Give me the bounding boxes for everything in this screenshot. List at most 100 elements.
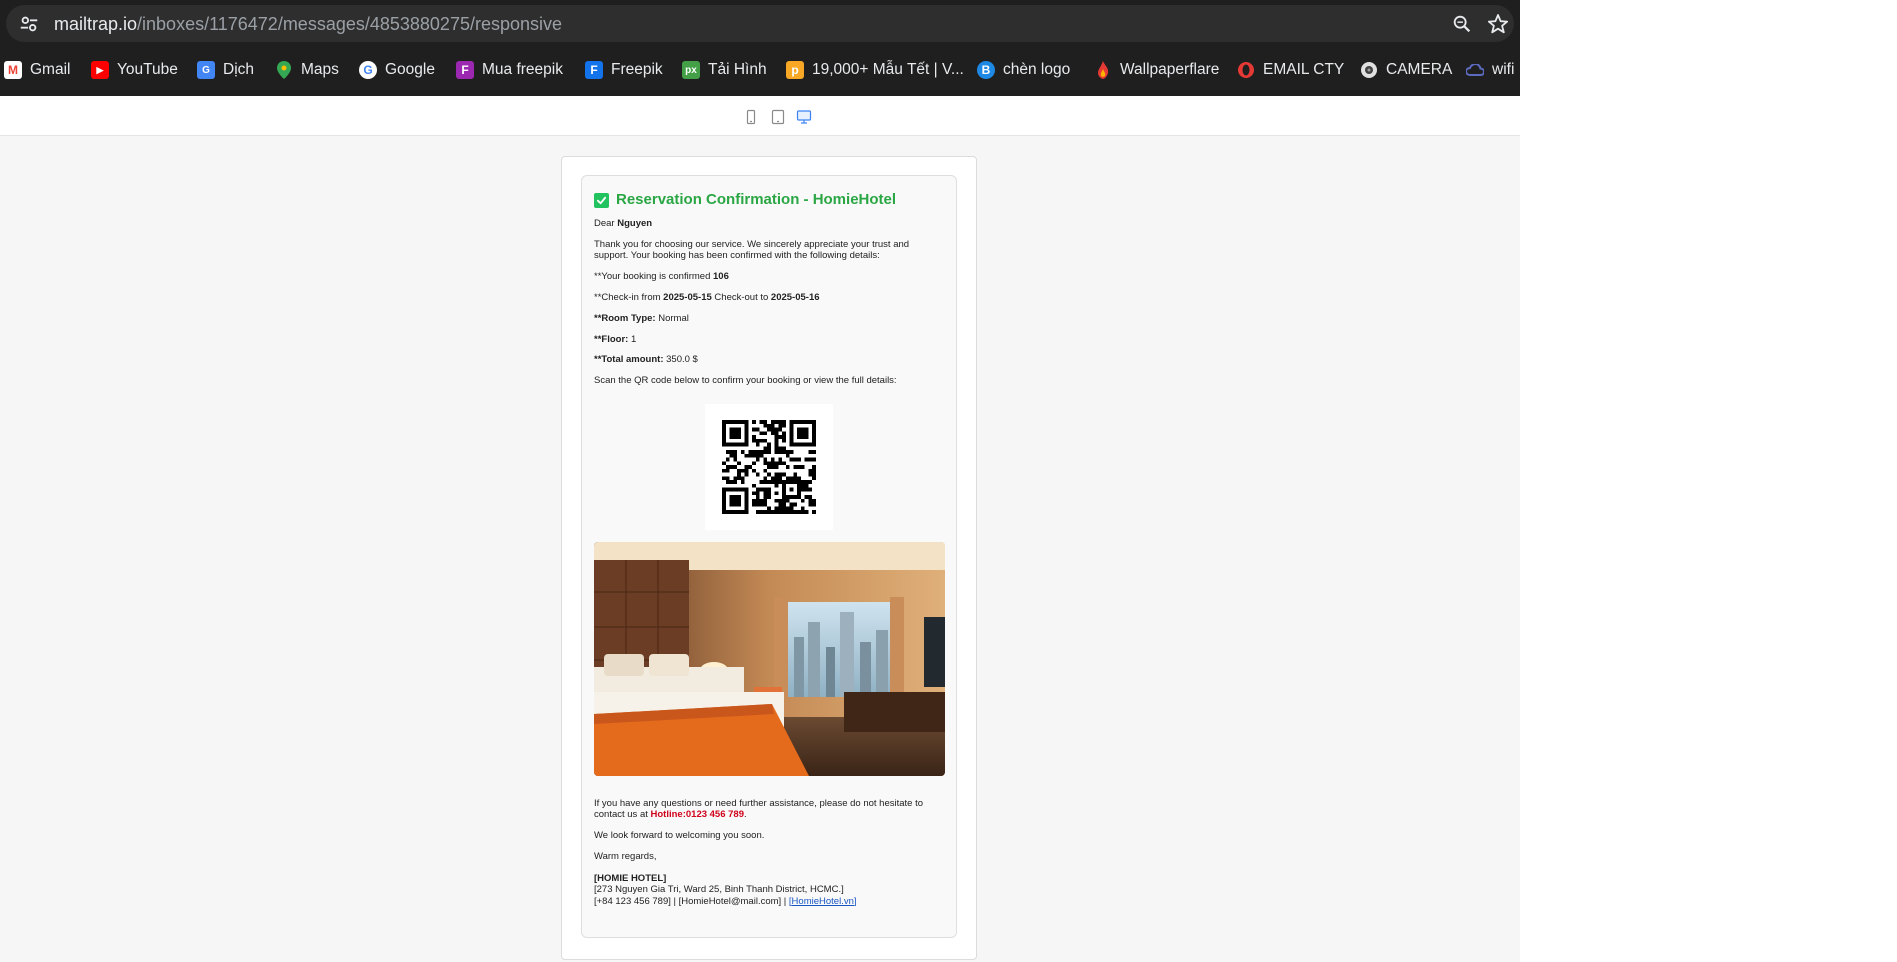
bookmark-youtube[interactable]: ▶ YouTube bbox=[91, 54, 178, 86]
address-bar[interactable]: mailtrap.io/inboxes/1176472/messages/485… bbox=[6, 5, 1514, 42]
qr-module bbox=[770, 427, 775, 432]
qr-module bbox=[789, 431, 794, 436]
qr-module bbox=[755, 472, 760, 477]
bookmark-label: Mua freepik bbox=[482, 61, 563, 78]
bookmark-email-cty[interactable]: EMAIL CTY bbox=[1237, 54, 1344, 86]
bookmark-dich[interactable]: G Dịch bbox=[197, 54, 254, 86]
website-link[interactable]: [HomieHotel.vn] bbox=[789, 896, 857, 907]
qr-module bbox=[763, 491, 768, 496]
cloud-icon bbox=[1466, 61, 1484, 79]
qr-module bbox=[722, 495, 726, 500]
bookmark-mau-tet[interactable]: p 19,000+ Mẫu Tết | V... bbox=[786, 54, 964, 86]
qr-module bbox=[752, 427, 756, 432]
qr-module bbox=[800, 435, 805, 440]
qr-module bbox=[793, 503, 798, 507]
qr-module bbox=[812, 465, 816, 470]
mobile-icon[interactable] bbox=[743, 109, 759, 125]
qr-module bbox=[763, 461, 768, 466]
bookmark-label: chèn logo bbox=[1003, 61, 1071, 78]
qr-module bbox=[729, 495, 734, 500]
qr-module bbox=[797, 427, 801, 432]
qr-module bbox=[812, 427, 816, 432]
qr-module bbox=[737, 510, 741, 515]
qr-module bbox=[782, 420, 786, 425]
qr-module bbox=[752, 503, 756, 507]
booking-line: **Your booking is confirmed 106 bbox=[594, 271, 944, 283]
bookmark-camera[interactable]: CAMERA bbox=[1360, 54, 1452, 86]
qr-module bbox=[812, 457, 816, 462]
qr-module bbox=[722, 469, 726, 473]
qr-module bbox=[755, 439, 760, 443]
qr-module bbox=[767, 427, 771, 432]
qr-module bbox=[808, 450, 813, 455]
hotel-room-photo bbox=[594, 542, 945, 777]
tune-icon[interactable] bbox=[18, 13, 40, 35]
signature-address: [273 Nguyen Gia Tri, Ward 25, Binh Thanh… bbox=[594, 884, 844, 896]
qr-module bbox=[744, 472, 749, 477]
bookmark-google[interactable]: G Google bbox=[359, 54, 435, 86]
qr-module bbox=[759, 439, 764, 443]
qr-module bbox=[789, 442, 794, 447]
zoom-icon[interactable] bbox=[1451, 13, 1473, 35]
qr-module bbox=[774, 499, 779, 504]
browser-chrome: mailtrap.io/inboxes/1176472/messages/485… bbox=[0, 0, 1520, 96]
qr-module bbox=[759, 450, 764, 455]
bookmark-label: CAMERA bbox=[1386, 61, 1453, 78]
qr-module bbox=[729, 503, 734, 507]
qr-module bbox=[785, 506, 790, 511]
qr-module bbox=[789, 503, 794, 507]
bookmark-freepik[interactable]: F Freepik bbox=[585, 54, 663, 86]
qr-module bbox=[785, 476, 790, 481]
qr-module bbox=[808, 499, 813, 504]
url-text[interactable]: mailtrap.io/inboxes/1176472/messages/485… bbox=[54, 14, 562, 35]
qr-module bbox=[774, 484, 779, 488]
qr-module bbox=[725, 465, 730, 470]
qr-module bbox=[804, 495, 809, 500]
greeting-prefix: Dear bbox=[594, 218, 618, 229]
desktop-icon[interactable] bbox=[796, 109, 812, 125]
qr-module bbox=[774, 480, 779, 485]
signature-contact-text: [+84 123 456 789] | [HomieHotel@mail.com… bbox=[594, 895, 789, 907]
qr-module bbox=[767, 442, 771, 447]
qr-module bbox=[800, 499, 805, 504]
qr-module bbox=[770, 420, 775, 425]
qr-module bbox=[789, 420, 794, 425]
qr-module bbox=[804, 484, 809, 488]
qr-module bbox=[729, 487, 734, 492]
qr-module bbox=[774, 472, 779, 477]
qr-module bbox=[744, 506, 749, 511]
camera-icon bbox=[1360, 61, 1378, 79]
device-toggle-bar bbox=[0, 96, 1520, 136]
bookmark-wifi[interactable]: wifi bbox=[1466, 54, 1514, 86]
bookmark-tai-hinh[interactable]: px Tải Hình bbox=[682, 54, 767, 86]
floor-line: **Floor: 1 bbox=[594, 334, 944, 346]
qr-module bbox=[744, 469, 749, 473]
bookmark-chen-logo[interactable]: Bchèn logo bbox=[977, 54, 1070, 86]
qr-module bbox=[737, 499, 741, 504]
bookmark-maps[interactable]: Maps bbox=[275, 54, 339, 86]
qr-module bbox=[782, 491, 786, 496]
qr-module bbox=[740, 420, 745, 425]
hotline[interactable]: Hotline:0123 456 789 bbox=[651, 809, 744, 820]
qr-module bbox=[789, 476, 794, 481]
qr-module bbox=[778, 480, 783, 485]
qr-module bbox=[763, 431, 768, 436]
qr-module bbox=[737, 461, 741, 466]
qr-module bbox=[785, 495, 790, 500]
bookmark-mua-freepik[interactable]: F Mua freepik bbox=[456, 54, 563, 86]
tablet-icon[interactable] bbox=[770, 109, 786, 125]
bookmark-wallpaperflare[interactable]: Wallpaperflare bbox=[1094, 54, 1219, 86]
bookmark-gmail[interactable]: M Gmail bbox=[4, 54, 70, 86]
star-icon[interactable] bbox=[1486, 12, 1510, 36]
qr-module bbox=[752, 484, 756, 488]
qr-module bbox=[782, 487, 786, 492]
regards-text: Warm regards, bbox=[594, 851, 657, 863]
qr-module bbox=[729, 454, 734, 458]
qr-module bbox=[797, 510, 801, 515]
qr-module bbox=[722, 435, 726, 440]
qr-module bbox=[774, 427, 779, 432]
welcome-text: We look forward to welcoming you soon. bbox=[594, 830, 765, 842]
qr-module bbox=[812, 450, 816, 455]
qr-module bbox=[793, 480, 798, 485]
qr-module bbox=[767, 495, 771, 500]
